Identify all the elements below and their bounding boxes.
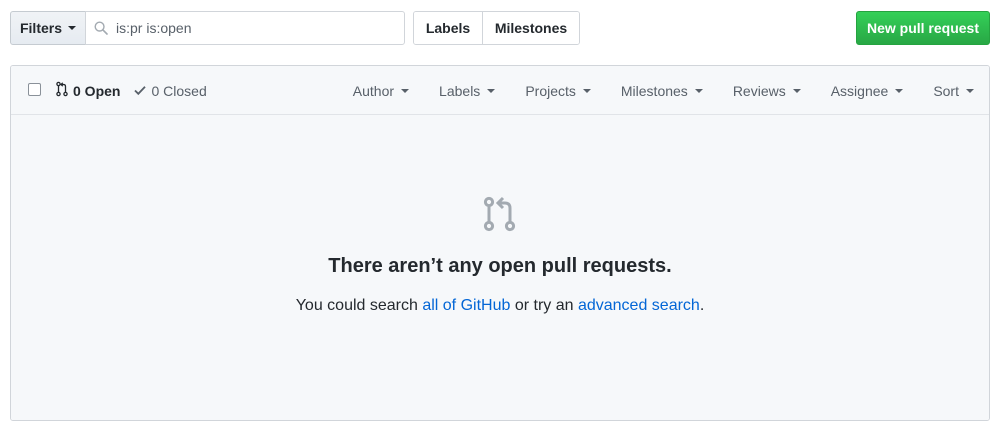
check-icon	[134, 83, 147, 99]
git-pull-request-icon	[482, 195, 518, 235]
projects-filter-label: Projects	[525, 82, 576, 99]
search-input[interactable]	[116, 12, 404, 44]
labels-filter-label: Labels	[439, 82, 481, 99]
sort-filter[interactable]: Sort	[918, 83, 989, 99]
caret-down-icon	[966, 88, 974, 93]
subnav-toolbar: Filters Labels Milestones New pull reque…	[10, 11, 990, 45]
blankslate-text: You could search all of GitHub or try an…	[296, 297, 705, 315]
milestones-filter[interactable]: Milestones	[606, 83, 718, 99]
filters-dropdown-button[interactable]: Filters	[10, 11, 86, 45]
author-filter-label: Author	[352, 82, 395, 99]
caret-down-icon	[487, 88, 496, 93]
search-box	[85, 11, 405, 45]
caret-down-icon	[792, 88, 801, 93]
tab-milestones-text: Milestones	[494, 20, 568, 36]
caret-down-icon	[895, 88, 904, 93]
filters-label: Filters	[19, 20, 62, 36]
caret-down-icon	[694, 88, 703, 93]
labels-milestones-tabs: Labels Milestones	[413, 11, 580, 45]
caret-down-icon	[401, 88, 410, 93]
state-toggles: 0 Open 0 Closed	[56, 66, 207, 115]
labels-filter[interactable]: Labels	[424, 83, 510, 99]
filter-menus: Author Labels Projects Milestones Review…	[338, 66, 989, 115]
git-pull-request-icon	[56, 81, 68, 100]
blankslate-text-suffix: .	[699, 297, 705, 314]
pull-request-list: 0 Open 0 Closed Author Labels Projects M…	[10, 65, 990, 421]
blankslate-title: There aren’t any open pull requests.	[328, 255, 672, 277]
author-filter[interactable]: Author	[338, 83, 424, 99]
pull-requests-page: Filters Labels Milestones New pull reque…	[0, 0, 1004, 434]
caret-down-icon	[582, 88, 591, 93]
open-state-link[interactable]: 0 Open	[56, 81, 120, 100]
blankslate-text-middle: or try an	[510, 297, 578, 314]
tab-labels-text: Labels	[425, 20, 471, 36]
list-header: 0 Open 0 Closed Author Labels Projects M…	[11, 66, 989, 115]
new-pull-request-label: New pull request	[866, 20, 980, 36]
select-all-checkbox[interactable]	[28, 83, 41, 96]
reviews-filter[interactable]: Reviews	[718, 83, 816, 99]
tab-milestones[interactable]: Milestones	[483, 12, 579, 44]
assignee-filter-label: Assignee	[830, 82, 889, 99]
closed-count: 0 Closed	[151, 82, 207, 99]
tab-labels[interactable]: Labels	[414, 12, 483, 44]
search-icon	[86, 11, 116, 45]
reviews-filter-label: Reviews	[732, 82, 786, 99]
open-count: 0 Open	[73, 82, 121, 99]
assignee-filter[interactable]: Assignee	[816, 83, 919, 99]
sort-filter-label: Sort	[933, 82, 959, 99]
all-of-github-link[interactable]: all of GitHub	[422, 297, 510, 314]
caret-down-icon	[68, 26, 76, 30]
advanced-search-link[interactable]: advanced search	[578, 297, 700, 314]
blankslate: There aren’t any open pull requests. You…	[11, 115, 989, 420]
milestones-filter-label: Milestones	[620, 82, 688, 99]
blankslate-text-prefix: You could search	[295, 297, 423, 314]
projects-filter[interactable]: Projects	[510, 83, 606, 99]
closed-state-link[interactable]: 0 Closed	[134, 82, 207, 99]
new-pull-request-button[interactable]: New pull request	[856, 11, 990, 45]
